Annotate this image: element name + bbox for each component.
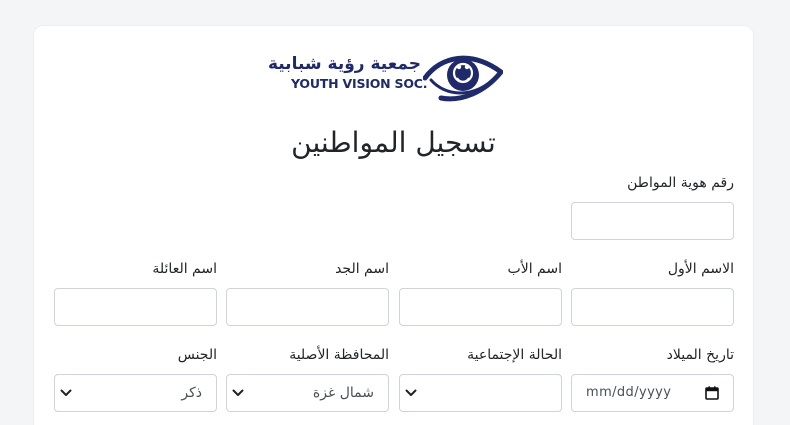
grandfather-name-label: اسم الجد [335,261,389,277]
national-id-group: رقم هوية المواطن [571,172,734,240]
registration-card: جمعية رؤية شبابية YOUTH VISION SOC. تسجي… [34,26,753,425]
grandfather-name-group: اسم الجد [226,258,389,326]
marital-status-group: الحالة الإجتماعية [399,344,562,412]
calendar-icon[interactable] [705,386,719,400]
gender-value: ذكر [181,385,202,401]
family-name-group: اسم العائلة [54,258,217,326]
birth-date-placeholder: mm/dd/yyyy [586,385,672,400]
birth-date-input[interactable]: mm/dd/yyyy [571,374,734,412]
national-id-input[interactable] [571,202,734,240]
logo-english-name: YOUTH VISION SOC. [291,76,428,91]
first-name-group: الاسم الأول [571,258,734,326]
gender-group: الجنس ذكر [54,344,217,412]
first-name-input[interactable] [571,288,734,326]
family-name-label: اسم العائلة [152,261,217,277]
birth-date-group: تاريخ الميلاد mm/dd/yyyy [571,344,734,412]
marital-status-select[interactable] [399,374,562,412]
page-title: تسجيل المواطنين [291,126,496,159]
marital-status-label: الحالة الإجتماعية [467,347,562,363]
chevron-down-icon [405,389,417,396]
gender-select[interactable]: ذكر [54,374,217,412]
father-name-input[interactable] [399,288,562,326]
father-name-group: اسم الأب [399,258,562,326]
grandfather-name-input[interactable] [226,288,389,326]
logo: جمعية رؤية شبابية YOUTH VISION SOC. [267,48,504,104]
logo-arabic-name: جمعية رؤية شبابية [267,54,421,74]
gender-label: الجنس [177,347,217,363]
national-id-label: رقم هوية المواطن [627,175,734,191]
governorate-group: المحافظة الأصلية شمال غزة [226,344,389,412]
governorate-value: شمال غزة [312,385,374,401]
governorate-select[interactable]: شمال غزة [226,374,389,412]
birth-date-label: تاريخ الميلاد [666,347,734,363]
family-name-input[interactable] [54,288,217,326]
chevron-down-icon [60,389,72,396]
chevron-down-icon [232,389,244,396]
eye-logo-icon [423,55,503,102]
father-name-label: اسم الأب [507,261,562,277]
first-name-label: الاسم الأول [667,261,734,277]
governorate-label: المحافظة الأصلية [289,347,389,363]
